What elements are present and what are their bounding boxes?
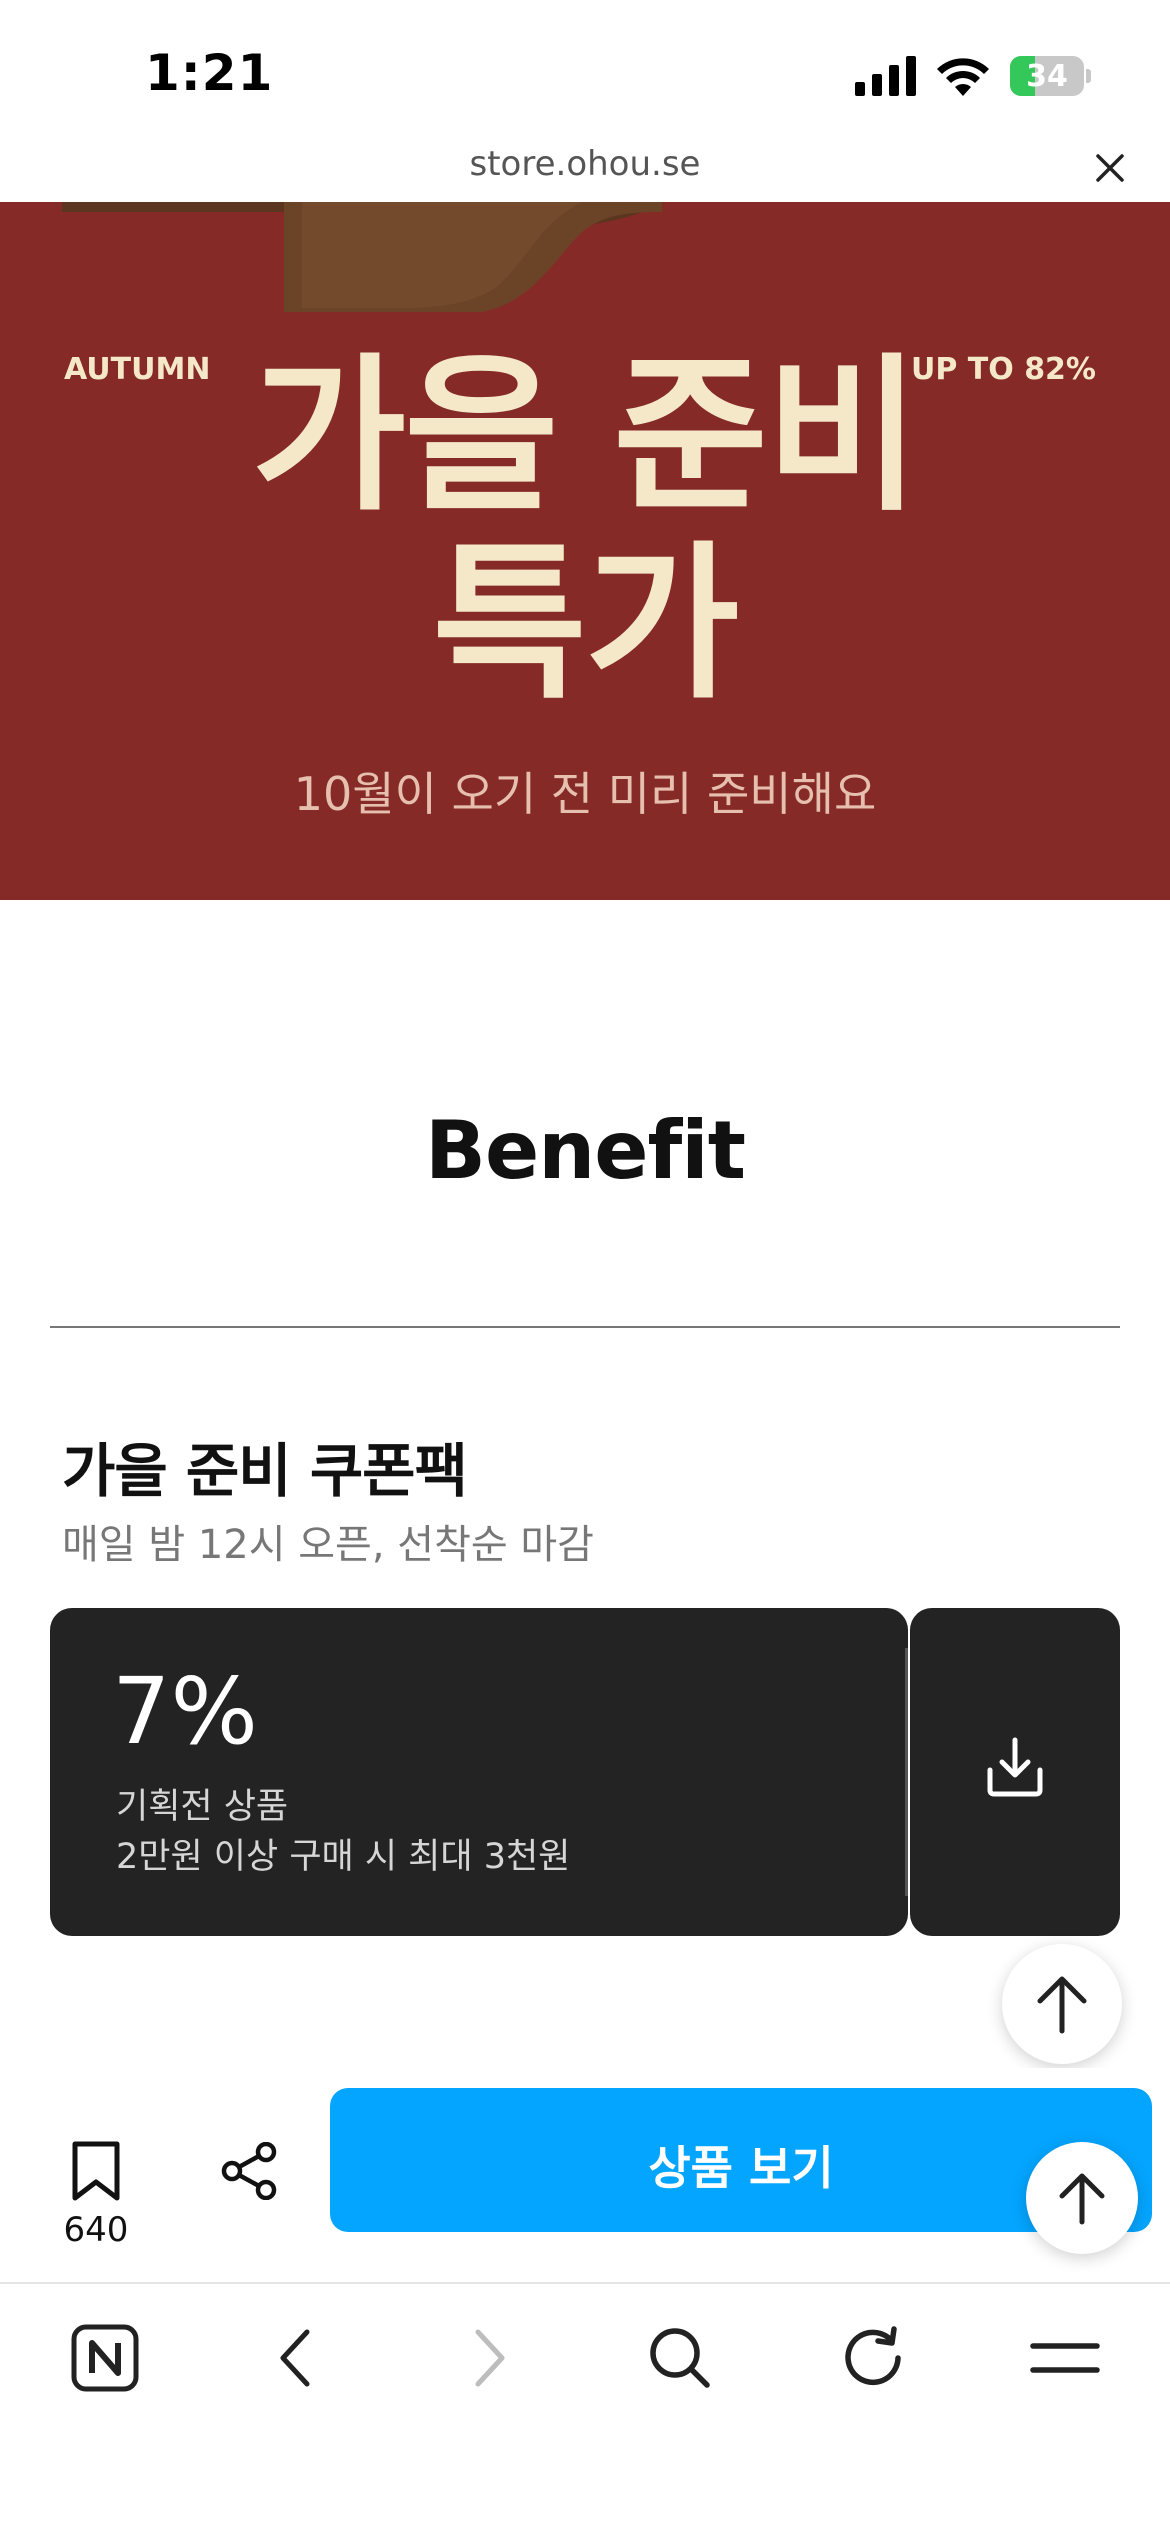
close-icon[interactable] bbox=[1092, 150, 1128, 186]
nav-home[interactable] bbox=[15, 2284, 195, 2434]
section-divider bbox=[50, 1326, 1120, 1328]
arrow-up-icon bbox=[1059, 2173, 1105, 2225]
url-text[interactable]: store.ohou.se bbox=[0, 144, 1170, 184]
battery-percent: 34 bbox=[1026, 59, 1068, 94]
browser-bottom-nav bbox=[0, 2282, 1170, 2532]
naver-home-icon bbox=[71, 2324, 139, 2392]
nav-back[interactable] bbox=[205, 2284, 385, 2434]
floating-scroll-top-button[interactable] bbox=[1026, 2142, 1138, 2254]
nav-search[interactable] bbox=[590, 2284, 770, 2434]
coupon-percent: 7% bbox=[112, 1658, 258, 1765]
hero-product-image bbox=[62, 202, 664, 312]
hero-title: 가을 준비 특가 bbox=[0, 342, 1170, 718]
scroll-to-top-button[interactable] bbox=[1002, 1944, 1122, 2064]
action-bar: 640 상품 보기 bbox=[0, 2068, 1170, 2282]
forward-icon bbox=[475, 2329, 505, 2387]
back-icon bbox=[280, 2329, 310, 2387]
coupon-pack-title: 가을 준비 쿠폰팩 bbox=[62, 1437, 468, 1505]
coupon-separator bbox=[905, 1648, 908, 1896]
wifi-icon bbox=[937, 58, 989, 96]
coupon-description: 기획전 상품 bbox=[116, 1787, 289, 1827]
coupon-card[interactable]: 7% 기획전 상품 2만원 이상 구매 시 최대 3천원 bbox=[50, 1608, 908, 1936]
signal-icon bbox=[855, 56, 916, 96]
benefit-heading: Benefit bbox=[425, 1104, 746, 1197]
arrow-up-icon bbox=[1037, 1976, 1087, 2034]
share-icon[interactable] bbox=[220, 2142, 278, 2200]
search-icon bbox=[650, 2328, 710, 2388]
reload-icon bbox=[845, 2326, 901, 2386]
nav-forward[interactable] bbox=[400, 2284, 580, 2434]
coupon-pack-subtitle: 매일 밤 12시 오픈, 선착순 마감 bbox=[62, 1522, 594, 1568]
hero-title-line2: 특가 bbox=[432, 526, 739, 722]
url-bar[interactable]: store.ohou.se bbox=[0, 140, 1170, 202]
coupon-download-button[interactable] bbox=[910, 1608, 1120, 1936]
status-time: 1:21 bbox=[145, 44, 274, 102]
nav-reload[interactable] bbox=[783, 2284, 963, 2434]
bookmark-count: 640 bbox=[63, 2210, 129, 2250]
download-icon bbox=[987, 1737, 1043, 1797]
hero-subtitle: 10월이 오기 전 미리 준비해요 bbox=[293, 767, 877, 821]
hero-banner: AUTUMN UP TO 82% 가을 준비 특가 10월이 오기 전 미리 준… bbox=[0, 202, 1170, 900]
bookmark-icon[interactable] bbox=[70, 2140, 122, 2202]
menu-icon bbox=[1030, 2343, 1100, 2373]
coupon-condition: 2만원 이상 구매 시 최대 3천원 bbox=[116, 1837, 571, 1877]
nav-menu[interactable] bbox=[975, 2284, 1155, 2434]
status-bar: 1:21 34 bbox=[0, 0, 1170, 140]
battery-charging-icon: 34 bbox=[1010, 56, 1091, 96]
hero-title-line1: 가을 준비 bbox=[251, 338, 921, 534]
